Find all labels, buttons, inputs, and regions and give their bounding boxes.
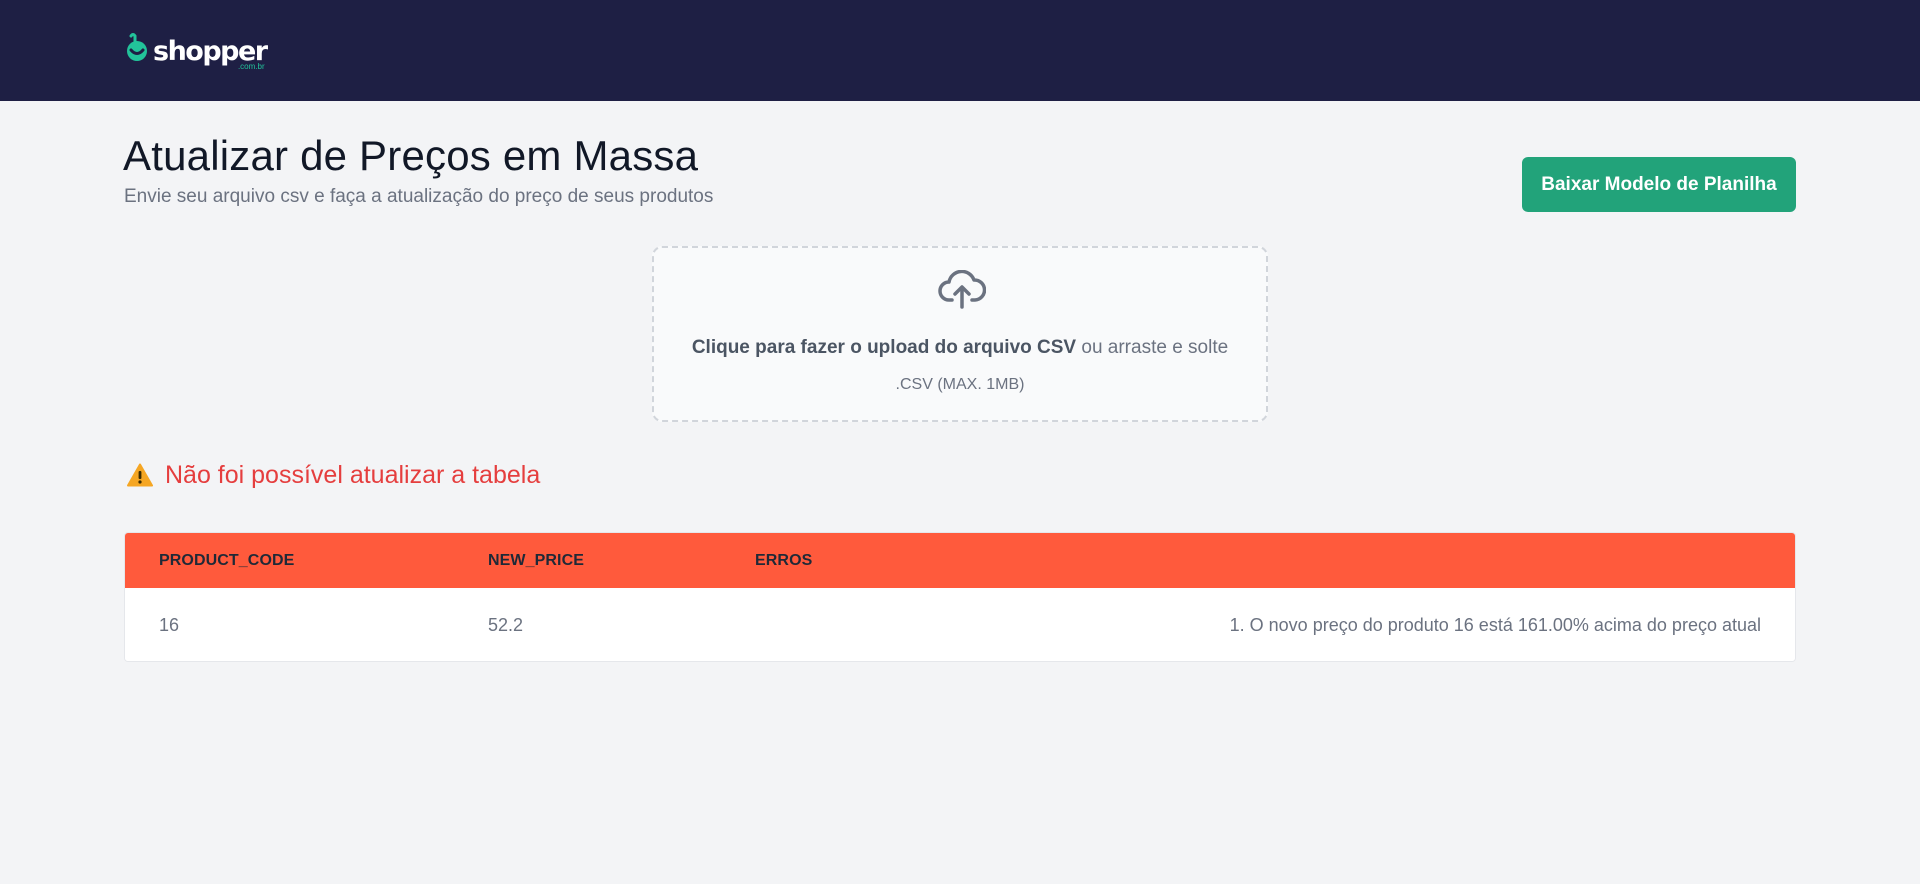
- csv-upload-dropzone[interactable]: Clique para fazer o upload do arquivo CS…: [652, 246, 1268, 422]
- error-table: PRODUCT_CODE NEW_PRICE ERROS 16 52.2 1. …: [124, 532, 1796, 662]
- table-row: 16 52.2 1. O novo preço do produto 16 es…: [125, 588, 1795, 661]
- top-navbar: shopper .com.br: [0, 0, 1920, 101]
- drag-drop-text: ou arraste e solte: [1076, 337, 1229, 358]
- cell-new-price: 52.2: [488, 615, 524, 635]
- error-message: Não foi possível atualizar a tabela: [165, 461, 541, 489]
- column-header-product-code: PRODUCT_CODE: [159, 552, 295, 569]
- column-header-new-price: NEW_PRICE: [488, 552, 585, 569]
- cell-errors: 1. O novo preço do produto 16 está 161.0…: [1229, 615, 1761, 635]
- cloud-upload-icon: [938, 270, 986, 309]
- shopper-logo-icon: [127, 33, 147, 61]
- warning-icon: [127, 463, 153, 487]
- table-header: PRODUCT_CODE NEW_PRICE ERROS: [125, 533, 1795, 588]
- column-header-errors: ERROS: [755, 552, 813, 569]
- cell-product-code: 16: [159, 615, 180, 635]
- shopper-logo[interactable]: shopper .com.br: [123, 33, 268, 73]
- page-title: Atualizar de Preços em Massa: [123, 132, 699, 179]
- error-banner: Não foi possível atualizar a tabela: [127, 460, 540, 490]
- download-template-button[interactable]: Baixar Modelo de Planilha: [1522, 157, 1796, 212]
- upload-instructions: Clique para fazer o upload do arquivo CS…: [654, 336, 1266, 360]
- file-format-hint: .CSV (MAX. 1MB): [895, 376, 1025, 393]
- page-subtitle: Envie seu arquivo csv e faça a atualizaç…: [124, 186, 714, 207]
- brand-suffix: .com.br: [237, 62, 265, 71]
- upload-action-text[interactable]: Clique para fazer o upload do arquivo CS…: [692, 337, 1076, 358]
